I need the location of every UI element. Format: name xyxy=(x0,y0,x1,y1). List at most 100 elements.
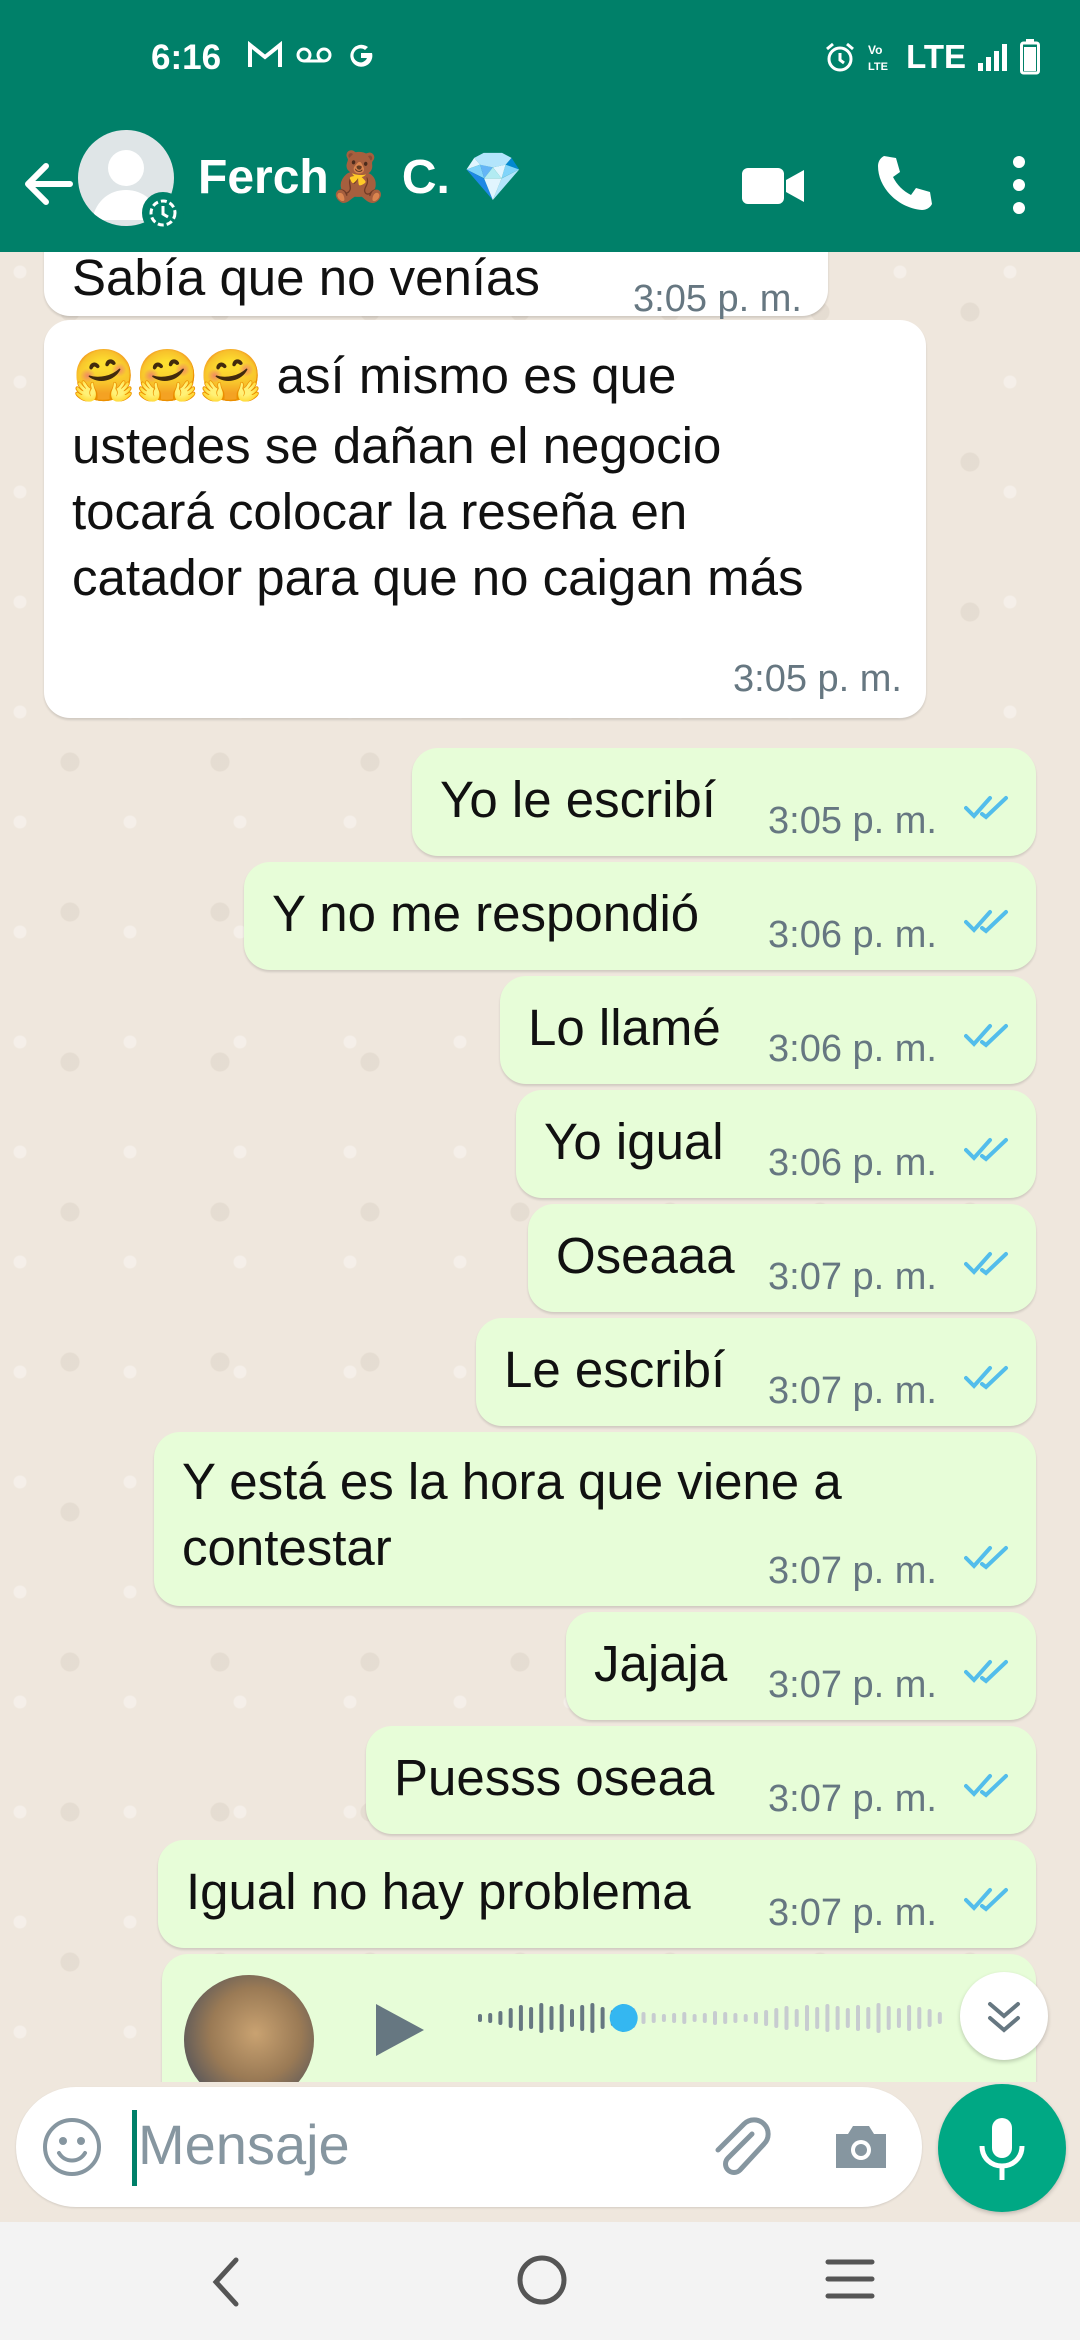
google-icon xyxy=(350,44,373,67)
volte-icon: Vo LTE xyxy=(868,43,888,73)
phone-icon[interactable] xyxy=(870,150,936,216)
waveform-bar xyxy=(784,2006,789,2030)
message-bubble-outgoing[interactable]: Igual no hay problema 3:07 p. m. xyxy=(158,1840,1036,1948)
alarm-icon xyxy=(826,42,855,72)
waveform-bar xyxy=(764,2010,769,2026)
emoji-icon[interactable] xyxy=(40,2115,104,2179)
battery-icon xyxy=(1020,39,1040,75)
waveform-bar xyxy=(529,2007,534,2029)
read-ticks-icon xyxy=(964,1888,1008,1912)
waveform-bar xyxy=(539,2003,544,2033)
message-bubble-outgoing[interactable]: Y está es la hora que viene a contestar … xyxy=(154,1432,1036,1606)
message-time: 3:07 p. m. xyxy=(768,1664,937,1706)
svg-text:LTE: LTE xyxy=(868,61,888,73)
message-text: Le escribí xyxy=(504,1341,726,1398)
contact-name[interactable]: Ferch🧸 C. 💎 xyxy=(198,148,523,205)
message-bubble-outgoing[interactable]: Yo igual 3:06 p. m. xyxy=(516,1090,1036,1198)
message-time: 3:07 p. m. xyxy=(768,1256,937,1298)
waveform-bar xyxy=(692,2014,697,2022)
message-text: Yo le escribí xyxy=(440,771,716,828)
waveform[interactable] xyxy=(478,1998,948,2038)
message-bubble-outgoing[interactable]: Oseaaa 3:07 p. m. xyxy=(528,1204,1036,1312)
message-bubble-outgoing[interactable]: Puesss oseaa 3:07 p. m. xyxy=(366,1726,1036,1834)
nav-back-icon[interactable] xyxy=(206,2252,246,2312)
read-ticks-icon xyxy=(964,1660,1008,1684)
status-ring-icon xyxy=(142,192,184,234)
message-bubble-outgoing[interactable]: Le escribí 3:07 p. m. xyxy=(476,1318,1036,1426)
message-time: 3:05 p. m. xyxy=(768,800,937,842)
waveform-bar xyxy=(508,2008,513,2028)
message-input[interactable]: Mensaje xyxy=(138,2112,350,2177)
message-text: Y está es la hora que viene a xyxy=(182,1453,842,1510)
waveform-bar xyxy=(713,2011,717,2025)
message-text: catador para que no caigan más xyxy=(72,549,804,606)
nav-home-icon[interactable] xyxy=(514,2252,570,2308)
read-ticks-icon xyxy=(964,1252,1008,1276)
waveform-bar xyxy=(661,2014,666,2022)
paperclip-icon[interactable] xyxy=(704,2112,774,2182)
scroll-to-bottom-button[interactable] xyxy=(960,1972,1048,2060)
message-time: 3:07 p. m. xyxy=(768,1370,937,1412)
message-text: Lo llamé xyxy=(528,999,721,1056)
message-time: 3:07 p. m. xyxy=(768,1550,937,1592)
nav-recents-icon[interactable] xyxy=(824,2256,876,2302)
waveform-bar xyxy=(682,2012,687,2024)
message-text: tocará colocar la reseña en xyxy=(72,483,688,540)
message-text: Puesss oseaa xyxy=(394,1749,715,1806)
chat-header: Ferch🧸 C. 💎 xyxy=(0,120,1080,252)
message-text: Igual no hay problema xyxy=(186,1863,691,1920)
message-bubble-outgoing[interactable]: Lo llamé 3:06 p. m. xyxy=(500,976,1036,1084)
back-arrow-icon[interactable] xyxy=(18,154,78,214)
read-ticks-icon xyxy=(964,796,1008,820)
message-text: 🤗🤗🤗 así mismo es que xyxy=(72,347,677,404)
waveform-bar xyxy=(815,2007,820,2029)
waveform-bar xyxy=(743,2014,748,2022)
waveform-bar xyxy=(733,2013,738,2023)
message-text: Oseaaa xyxy=(556,1227,735,1284)
read-ticks-icon xyxy=(964,1546,1008,1570)
waveform-bar xyxy=(549,2006,554,2030)
waveform-bar xyxy=(672,2013,677,2023)
message-text: contestar xyxy=(182,1519,392,1576)
camera-icon[interactable] xyxy=(830,2116,892,2178)
waveform-bar xyxy=(651,2013,656,2023)
read-ticks-icon xyxy=(964,1366,1008,1390)
playback-scrubber[interactable] xyxy=(609,2004,638,2032)
waveform-bar xyxy=(600,2007,605,2029)
waveform-bar xyxy=(559,2004,564,2032)
waveform-bar xyxy=(907,2005,912,2031)
waveform-bar xyxy=(774,2008,779,2028)
waveform-bar xyxy=(498,2011,503,2025)
message-bubble-outgoing[interactable]: Yo le escribí 3:05 p. m. xyxy=(412,748,1036,856)
message-text: Y no me respondió xyxy=(272,885,700,942)
waveform-bar xyxy=(753,2012,758,2024)
waveform-bar xyxy=(570,2009,574,2027)
status-time: 6:16 xyxy=(151,38,222,77)
waveform-bar xyxy=(927,2009,932,2027)
message-list[interactable]: Sabía que no venías 3:05 p. m. 🤗🤗🤗 así m… xyxy=(0,252,1080,2082)
microphone-icon xyxy=(979,2118,1025,2180)
svg-text:Vo: Vo xyxy=(868,43,882,57)
message-text: Sabía que no venías xyxy=(72,252,540,306)
read-ticks-icon xyxy=(964,1138,1008,1162)
read-ticks-icon xyxy=(964,1774,1008,1798)
message-bubble-outgoing[interactable]: Y no me respondió 3:06 p. m. xyxy=(244,862,1036,970)
waveform-bar xyxy=(478,2014,482,2022)
message-time: 3:07 p. m. xyxy=(768,1892,937,1934)
waveform-bar xyxy=(866,2007,871,2029)
gmail-icon xyxy=(248,41,282,67)
message-bubble-incoming[interactable]: Sabía que no venías 3:05 p. m. xyxy=(44,252,828,320)
video-call-icon[interactable] xyxy=(740,156,806,216)
waveform-bar xyxy=(518,2005,523,2031)
voice-record-button[interactable] xyxy=(938,2084,1066,2212)
waveform-bar xyxy=(805,2005,809,2031)
message-time: 3:07 p. m. xyxy=(768,1778,937,1820)
play-icon[interactable] xyxy=(372,2000,428,2060)
waveform-bar xyxy=(896,2008,901,2028)
message-bubble-outgoing[interactable]: Jajaja 3:07 p. m. xyxy=(566,1612,1036,1720)
waveform-bar xyxy=(794,2009,799,2027)
message-time: 3:05 p. m. xyxy=(733,658,902,700)
message-bubble-incoming[interactable]: 🤗🤗🤗 así mismo es que ustedes se dañan el… xyxy=(44,320,926,718)
waveform-bar xyxy=(876,2003,881,2033)
more-options-icon[interactable] xyxy=(1004,150,1034,220)
